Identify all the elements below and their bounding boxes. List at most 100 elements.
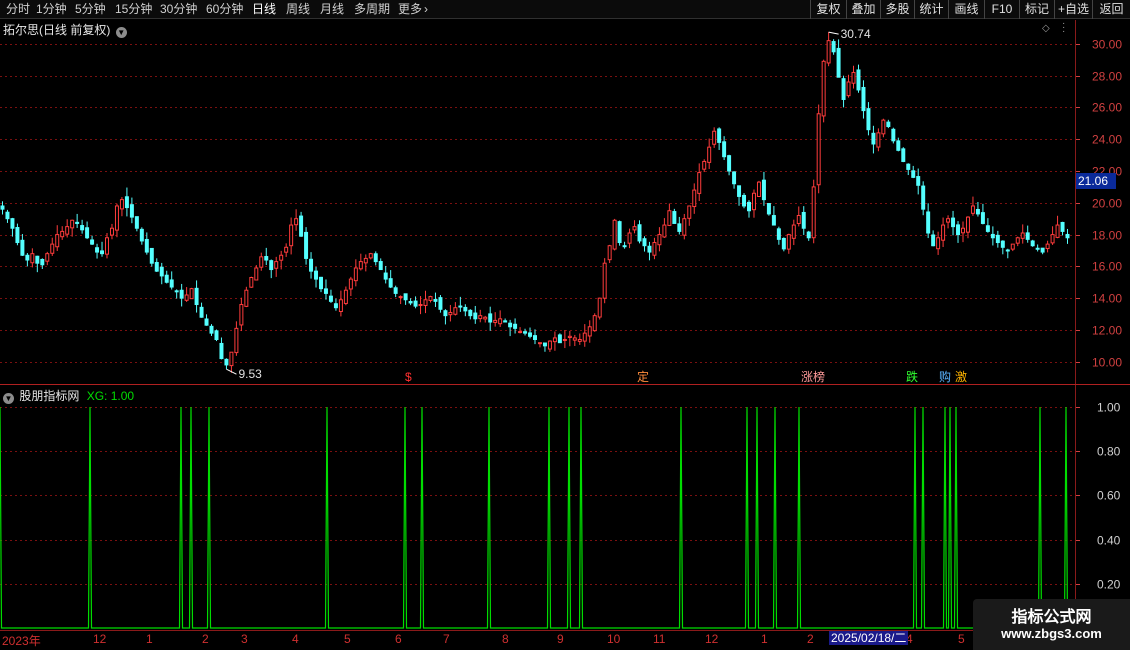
candle-down	[722, 141, 727, 158]
candle-up	[602, 262, 607, 299]
candle-up	[338, 299, 343, 313]
indicator-tick-label: 0.60	[1097, 489, 1121, 503]
candle-down	[732, 171, 737, 185]
date-label: 9	[557, 632, 564, 646]
candle-up	[353, 267, 358, 282]
price-tick-label: 30.00	[1092, 38, 1122, 52]
more-vertical-icon[interactable]: · · ·	[1062, 19, 1065, 37]
price-annotations: 30.74 9.53	[226, 27, 871, 381]
event-marker-gou[interactable]: 购	[939, 370, 951, 384]
candle-up	[358, 261, 363, 270]
candle-up	[60, 230, 65, 238]
candle-up	[826, 40, 831, 64]
candle-down	[980, 212, 985, 224]
current-price-tag: 21.06	[1076, 173, 1116, 189]
candle-up	[577, 338, 582, 342]
chevron-down-icon[interactable]: ▼	[3, 393, 14, 404]
candle-up	[816, 113, 821, 186]
candle-down	[20, 239, 25, 256]
date-label: 6	[395, 632, 402, 646]
annotation-label: 30.74	[841, 27, 871, 41]
candle-up	[453, 307, 458, 315]
event-marker-ji[interactable]: 激	[955, 370, 967, 384]
candle-down	[154, 262, 159, 272]
date-label: 12	[93, 632, 107, 646]
candle-up	[368, 253, 373, 259]
event-marker-zhangbang[interactable]: 涨榜	[801, 370, 825, 384]
candle-up	[582, 332, 587, 342]
candle-up	[423, 299, 428, 306]
diamond-icon[interactable]: ◇	[1042, 23, 1050, 34]
stock-chart[interactable]: 30.74 9.53 10.00 12.00 14.00 16.00 18.00 20.00…	[0, 0, 1130, 650]
annotation-label: 9.53	[238, 367, 262, 381]
price-grid	[0, 44, 1075, 363]
candle-down	[841, 78, 846, 100]
candle-down	[299, 215, 304, 237]
candle-down	[463, 306, 468, 312]
event-marker-ding[interactable]: 定	[637, 370, 649, 384]
candle-up	[418, 304, 423, 307]
candle-down	[931, 234, 936, 247]
event-marker-dollar[interactable]: $	[405, 370, 412, 384]
candle-up	[249, 277, 254, 288]
candle-down	[139, 228, 144, 242]
candle-up	[657, 234, 662, 246]
candle-up	[707, 146, 712, 163]
candle-up	[682, 218, 687, 236]
candle-up	[398, 296, 403, 299]
indicator-axis-labels: 0.20 0.40 0.60 0.80 1.00	[1075, 401, 1121, 592]
candle-down	[766, 203, 771, 215]
candle-up	[587, 326, 592, 337]
candle-down	[528, 332, 533, 337]
candle-down	[916, 176, 921, 186]
event-marker-die[interactable]: 跌	[906, 370, 918, 384]
indicator-title: ▼ 股朋指标网 XG: 1.00	[3, 387, 134, 404]
candle-down	[717, 128, 722, 143]
candle-down	[995, 234, 1000, 244]
candle-up	[483, 316, 488, 320]
candle-down	[513, 323, 518, 329]
event-marker-label: 涨榜	[801, 370, 826, 384]
candle-up	[119, 199, 124, 210]
candle-up	[1015, 237, 1020, 244]
candle-up	[547, 340, 552, 350]
candle-down	[333, 303, 338, 309]
candle-up	[851, 71, 856, 84]
candle-down	[393, 287, 398, 294]
candle-up	[274, 261, 279, 269]
candle-up	[702, 160, 707, 170]
candle-down	[264, 256, 269, 261]
watermark-logo: 指标公式网 www.zbgs3.com	[973, 599, 1130, 650]
price-tick-label: 18.00	[1092, 229, 1122, 243]
price-tick-label: 28.00	[1092, 70, 1122, 84]
candle-down	[314, 270, 319, 280]
candle-down	[408, 301, 413, 304]
candle-down	[747, 201, 751, 212]
candle-up	[229, 351, 234, 367]
candle-down	[224, 358, 229, 366]
date-label: 7	[443, 632, 450, 646]
candle-up	[612, 219, 617, 250]
price-tick-label: 12.00	[1092, 324, 1122, 338]
date-axis: 2023年 12 1 2 3 4 5 6 7 8 9 10 11 12 1 2 …	[0, 630, 1075, 650]
candle-down	[801, 211, 806, 229]
candle-down	[80, 225, 85, 231]
candle-up	[692, 189, 697, 208]
candle-down	[5, 211, 10, 220]
indicator-value: 1.00	[110, 389, 135, 403]
candle-down	[901, 148, 906, 162]
candle-down	[309, 258, 314, 272]
candle-down	[438, 297, 443, 310]
chevron-down-icon[interactable]: ▼	[115, 27, 127, 38]
candle-down	[90, 239, 95, 245]
candle-down	[328, 295, 333, 302]
candle-up	[597, 297, 602, 318]
candle-down	[169, 279, 174, 288]
candle-down	[1000, 240, 1005, 248]
candle-down	[269, 260, 274, 271]
date-label: 2023年	[2, 634, 41, 648]
candle-down	[458, 305, 463, 308]
candle-down	[911, 170, 916, 178]
date-label: 1	[146, 632, 153, 646]
annotation-leader	[828, 31, 839, 35]
